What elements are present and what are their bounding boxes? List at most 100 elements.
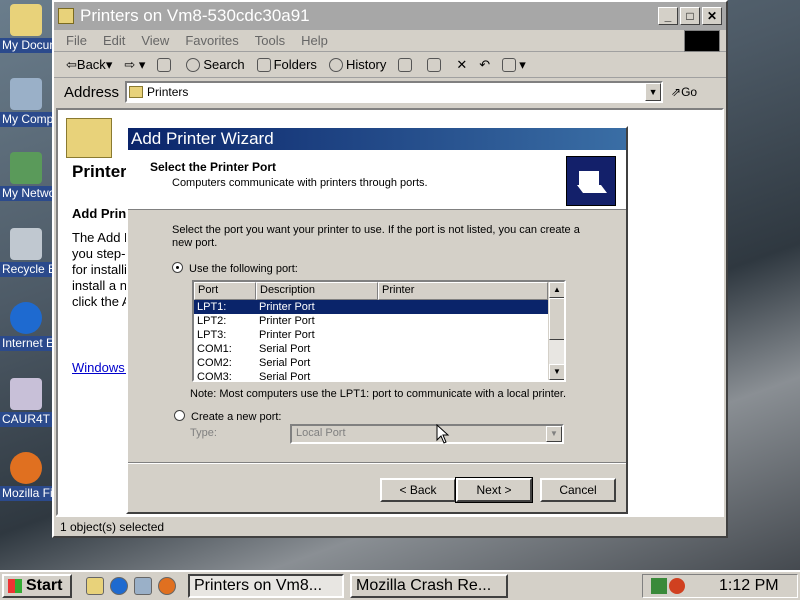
menu-help[interactable]: Help xyxy=(301,33,328,48)
ie-icon[interactable] xyxy=(110,577,128,595)
maximize-button[interactable]: □ xyxy=(680,7,700,25)
dialog-title[interactable]: Add Printer Wizard xyxy=(128,128,626,150)
menu-edit[interactable]: Edit xyxy=(103,33,125,48)
views-button[interactable]: ▾ xyxy=(502,57,526,73)
desktop-icon-network[interactable]: My Network Places xyxy=(0,152,52,205)
computer-icon xyxy=(10,78,42,110)
column-description[interactable]: Description xyxy=(256,282,378,300)
port-row[interactable]: COM3: Serial Port xyxy=(194,370,564,380)
copy-to-button[interactable] xyxy=(427,57,444,72)
toolbar: ⇦ Back ▾ ⇨ ▾ Search Folders History ✕ ↶ ▾ xyxy=(54,52,726,78)
wizard-step-subtitle: Computers communicate with printers thro… xyxy=(172,177,428,189)
desktop-icon-label: Mozilla Firefox xyxy=(0,486,52,501)
up-folder-button[interactable] xyxy=(157,57,174,72)
search-icon xyxy=(186,57,201,72)
scroll-thumb[interactable] xyxy=(549,298,564,340)
printers-folder-large-icon xyxy=(66,118,112,158)
printer-folder-icon xyxy=(129,86,144,98)
port-list-scrollbar[interactable]: ▲ ▼ xyxy=(548,282,564,380)
desktop-icon-my-computer[interactable]: My Computer xyxy=(0,78,52,131)
port-list[interactable]: Port Description Printer LPT1: Printer Po… xyxy=(192,280,566,382)
show-desktop-icon[interactable] xyxy=(86,577,104,595)
desktop-icon-recycle-bin[interactable]: Recycle Bin xyxy=(0,228,52,281)
menu-bar: File Edit View Favorites Tools Help xyxy=(54,30,726,52)
desktop-icon-label: Internet Explorer xyxy=(0,336,52,351)
network-tray-icon[interactable] xyxy=(651,578,667,594)
port-row[interactable]: COM1: Serial Port xyxy=(194,342,564,356)
left-pane-title: Printer xyxy=(72,162,127,181)
column-printer[interactable]: Printer xyxy=(378,282,548,300)
undo-icon: ↶ xyxy=(479,56,491,72)
address-input[interactable]: Printers ▼ xyxy=(125,81,664,103)
create-port-radio[interactable] xyxy=(174,410,185,421)
undo-button[interactable]: ↶ xyxy=(479,57,490,73)
address-bar: Address Printers ▼ ⇗Go xyxy=(54,78,726,106)
divider xyxy=(128,462,626,464)
desktop-icon-my-documents[interactable]: My Documents xyxy=(0,4,52,57)
windows-logo-icon xyxy=(684,30,720,52)
use-port-radio[interactable] xyxy=(172,262,183,273)
history-button[interactable]: History xyxy=(328,57,386,72)
folders-icon xyxy=(256,57,271,72)
desktop-icon-label: CAUR4T xyxy=(0,412,52,427)
search-label: Search xyxy=(203,57,245,72)
search-button[interactable]: Search xyxy=(186,57,245,72)
folders-button[interactable]: Folders xyxy=(256,57,317,72)
port-type-select[interactable]: Local Port ▼ xyxy=(290,424,564,444)
taskbar: Start Printers on Vm8... Mozilla Crash R… xyxy=(0,570,800,600)
column-port[interactable]: Port xyxy=(194,282,256,300)
move-to-button[interactable] xyxy=(398,57,415,72)
menu-file[interactable]: File xyxy=(66,33,87,48)
port-row[interactable]: LPT3: Printer Port xyxy=(194,328,564,342)
desktop-icon-caur4t[interactable]: CAUR4T xyxy=(0,378,52,431)
wizard-step-title: Select the Printer Port xyxy=(150,160,277,174)
window-titlebar[interactable]: Printers on Vm8-530cdc30a91 _ □ ✕ xyxy=(54,2,726,30)
desktop-icon-ie[interactable]: Internet Explorer xyxy=(0,302,52,355)
next-button[interactable]: Next > xyxy=(455,477,533,503)
outlook-icon[interactable] xyxy=(134,577,152,595)
port-desc-cell: Serial Port xyxy=(259,343,311,355)
clock[interactable]: 1:12 PM xyxy=(719,577,779,595)
folder-icon xyxy=(10,4,42,36)
tray-app-icon[interactable] xyxy=(669,578,685,594)
port-row[interactable]: COM2: Serial Port xyxy=(194,356,564,370)
delete-icon: ✕ xyxy=(456,56,468,72)
minimize-button[interactable]: _ xyxy=(658,7,678,25)
go-button[interactable]: ⇗Go xyxy=(671,85,697,99)
port-desc-cell: Printer Port xyxy=(259,329,315,341)
desktop-icon-label: Recycle Bin xyxy=(0,262,52,277)
desktop-icon-label: My Network Places xyxy=(0,186,52,201)
task-mozilla-crash-reporter[interactable]: Mozilla Crash Re... xyxy=(350,574,508,598)
use-following-port-option[interactable]: Use the following port: xyxy=(172,262,626,275)
scroll-down-arrow-icon[interactable]: ▼ xyxy=(549,364,564,380)
address-value: Printers xyxy=(147,85,189,99)
quick-launch xyxy=(86,577,182,595)
chevron-down-icon: ▼ xyxy=(546,426,562,442)
port-cell: LPT2: xyxy=(197,315,227,327)
delete-button[interactable]: ✕ xyxy=(456,57,467,73)
close-button[interactable]: ✕ xyxy=(702,7,722,25)
back-button[interactable]: < Back xyxy=(380,478,456,502)
desktop-icon-firefox[interactable]: Mozilla Firefox xyxy=(0,452,52,505)
go-label: Go xyxy=(681,85,698,99)
task-printers[interactable]: Printers on Vm8... xyxy=(188,574,344,598)
port-cell: LPT3: xyxy=(197,329,227,341)
forward-arrow-icon: ⇨ ▾ xyxy=(124,56,146,72)
create-new-port-option[interactable]: Create a new port: xyxy=(174,410,282,423)
menu-favorites[interactable]: Favorites xyxy=(185,33,238,48)
address-dropdown-arrow[interactable]: ▼ xyxy=(645,83,662,101)
menu-tools[interactable]: Tools xyxy=(255,33,285,48)
port-row[interactable]: LPT2: Printer Port xyxy=(194,314,564,328)
menu-view[interactable]: View xyxy=(141,33,169,48)
port-desc-cell: Serial Port xyxy=(259,357,311,369)
firefox-icon[interactable] xyxy=(158,577,176,595)
back-button[interactable]: ⇦ Back ▾ xyxy=(66,57,112,73)
port-desc-cell: Printer Port xyxy=(259,315,315,327)
instruction-text: Select the port you want your printer to… xyxy=(172,224,580,249)
start-button[interactable]: Start xyxy=(2,574,72,598)
port-row[interactable]: LPT1: Printer Port xyxy=(194,300,564,314)
scroll-up-arrow-icon[interactable]: ▲ xyxy=(549,282,564,298)
forward-button[interactable]: ⇨ ▾ xyxy=(124,57,145,73)
use-port-label: Use the following port: xyxy=(189,263,298,275)
cancel-button[interactable]: Cancel xyxy=(540,478,616,502)
